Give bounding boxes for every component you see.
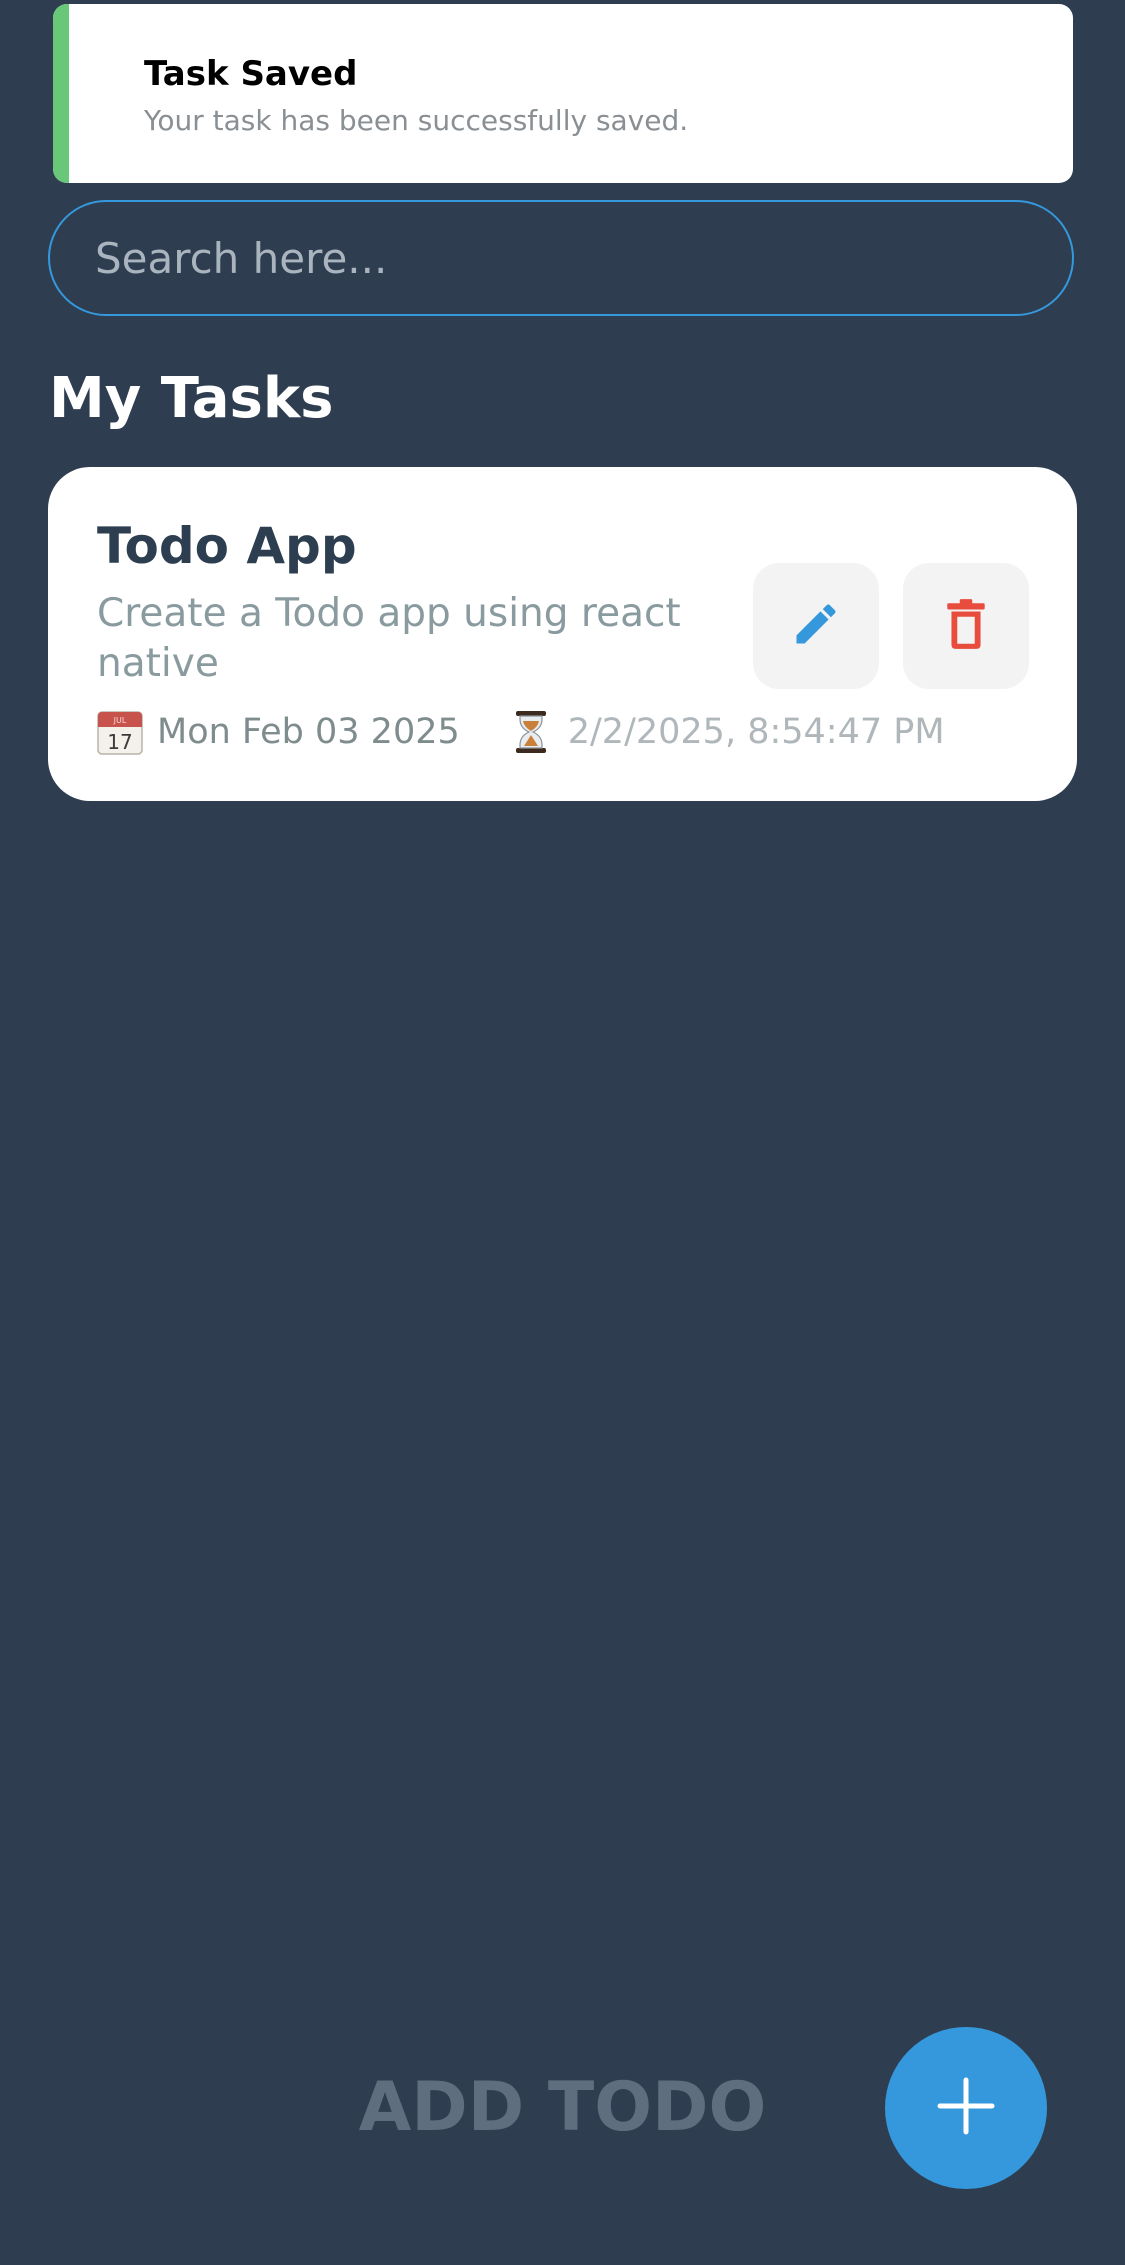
calendar-icon: JUL 17: [97, 709, 143, 755]
svg-text:17: 17: [107, 730, 132, 754]
toast-notification[interactable]: Task Saved Your task has been successful…: [53, 4, 1073, 183]
page-title: My Tasks: [49, 366, 334, 431]
toast-message: Your task has been successfully saved.: [144, 104, 689, 137]
delete-task-button[interactable]: [903, 563, 1029, 689]
task-meta: JUL 17 Mon Feb 03 2025 2/2/2025, 8:54:47…: [97, 707, 945, 757]
hourglass-icon: [508, 709, 554, 755]
pencil-icon: [790, 598, 842, 654]
task-description: Create a Todo app using react native: [97, 591, 681, 686]
add-todo-button[interactable]: [885, 2027, 1047, 2189]
toast-title: Task Saved: [144, 54, 358, 94]
search-bar[interactable]: [48, 200, 1074, 316]
task-card[interactable]: Todo App Create a Todo app using react n…: [48, 467, 1077, 801]
toast-accent-bar: [53, 4, 69, 183]
search-input[interactable]: [95, 202, 1025, 314]
svg-text:JUL: JUL: [113, 716, 127, 725]
task-due-date: Mon Feb 03 2025: [157, 712, 460, 752]
trash-icon: [941, 597, 991, 655]
plus-icon: [936, 2076, 996, 2140]
task-created-at: 2/2/2025, 8:54:47 PM: [567, 712, 945, 752]
edit-task-button[interactable]: [753, 563, 879, 689]
task-title: Todo App: [97, 517, 357, 575]
